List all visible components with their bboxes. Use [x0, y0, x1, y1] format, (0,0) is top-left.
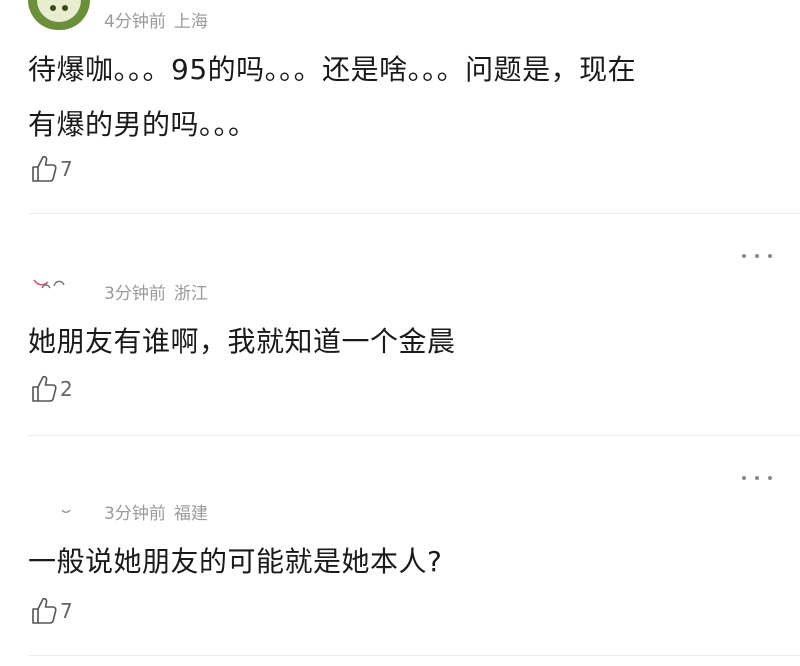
- comment-meta: 3分钟前 福建: [104, 499, 208, 524]
- comment-meta: 4分钟前 上海: [104, 7, 208, 32]
- avatar-face: [37, 0, 81, 22]
- avatar[interactable]: [28, 272, 90, 298]
- more-dots-icon[interactable]: [742, 250, 772, 262]
- like-count: 2: [60, 377, 73, 401]
- comment-text-line: 有爆的男的吗。。。: [28, 108, 257, 141]
- like-count: 7: [60, 599, 73, 623]
- comment-text: 她朋友有谁啊，我就知道一个金晨: [28, 314, 778, 369]
- like-button[interactable]: 7: [30, 594, 73, 628]
- like-button[interactable]: 2: [30, 372, 73, 406]
- comment-location: 福建: [173, 504, 208, 524]
- more-dots-icon[interactable]: [742, 472, 772, 484]
- thumbs-up-icon: [32, 597, 57, 624]
- thumbs-up-icon: [32, 375, 57, 402]
- comment-text-line: 她朋友有谁啊，我就知道一个金晨: [28, 325, 456, 358]
- thumbs-up-icon: [32, 155, 57, 182]
- comment-time: 3分钟前: [104, 504, 166, 524]
- comment-location: 上海: [173, 12, 208, 32]
- comment-text: 一般说她朋友的可能就是她本人?: [28, 534, 778, 589]
- comment-time: 3分钟前: [104, 284, 166, 304]
- avatar[interactable]: [28, 0, 90, 30]
- comment-item: 4分钟前 上海 待爆咖。。。95的吗。。。还是啥。。。问题是，现在 有爆的男的吗。…: [0, 0, 800, 214]
- comment-meta: 3分钟前 浙江: [104, 279, 208, 304]
- divider: [28, 655, 800, 656]
- like-count: 7: [60, 157, 73, 181]
- comment-text-line: 一般说她朋友的可能就是她本人?: [28, 545, 443, 578]
- comment-text-line: 待爆咖。。。95的吗。。。还是啥。。。问题是，现在: [28, 53, 637, 86]
- comment-text: 待爆咖。。。95的吗。。。还是啥。。。问题是，现在 有爆的男的吗。。。: [28, 42, 778, 152]
- avatar[interactable]: [60, 508, 72, 514]
- comment-item: 3分钟前 浙江 她朋友有谁啊，我就知道一个金晨 2: [0, 214, 800, 436]
- comment-location: 浙江: [173, 284, 208, 304]
- comment-time: 4分钟前: [104, 12, 166, 32]
- like-button[interactable]: 7: [30, 152, 73, 186]
- comment-item: 3分钟前 福建 一般说她朋友的可能就是她本人? 7: [0, 436, 800, 658]
